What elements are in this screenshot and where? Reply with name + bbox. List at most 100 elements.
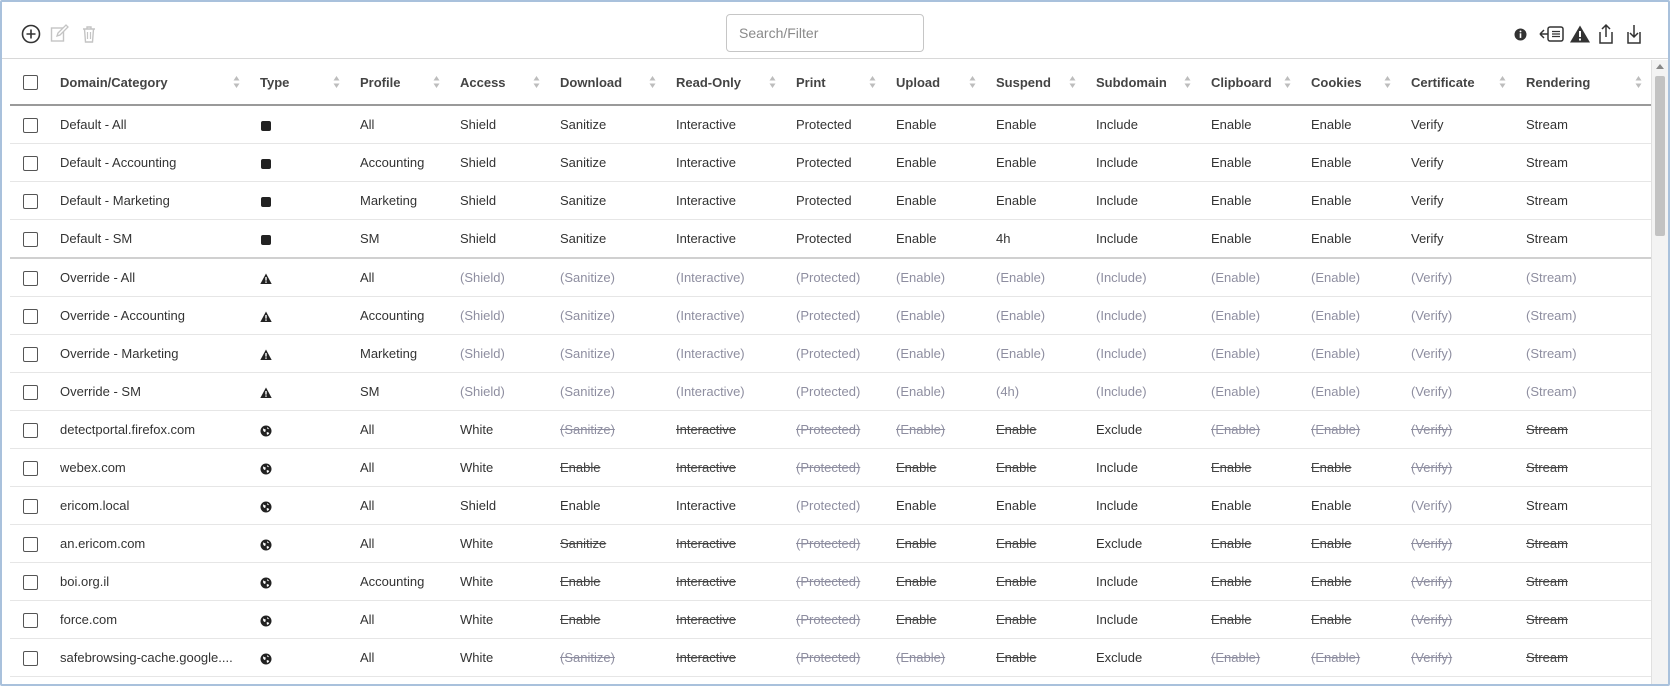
cell-rendering: Stream <box>1516 638 1652 677</box>
column-header-read-only[interactable]: Read-Only <box>666 60 786 106</box>
share-export-icon[interactable] <box>1594 22 1618 46</box>
edit-icon[interactable] <box>47 22 71 46</box>
column-header-download[interactable]: Download <box>550 60 666 106</box>
column-header-clipboard[interactable]: Clipboard <box>1201 60 1301 106</box>
sort-arrows-icon[interactable] <box>1635 75 1642 89</box>
sort-arrows-icon[interactable] <box>533 75 540 89</box>
warning-icon[interactable] <box>1568 22 1592 46</box>
sort-arrows-icon[interactable] <box>433 75 440 89</box>
cell-domain-category: boi.org.il <box>50 562 250 601</box>
row-checkbox[interactable] <box>10 448 50 487</box>
column-header-upload[interactable]: Upload <box>886 60 986 106</box>
column-header-print[interactable]: Print <box>786 60 886 106</box>
vertical-scrollbar[interactable] <box>1651 60 1668 684</box>
table-row[interactable]: Override - All All (Shield) (Sanitize) (Inte… <box>10 258 1652 297</box>
table-row[interactable]: boi.org.il Accounting White Enable Interacti… <box>10 562 1652 601</box>
row-checkbox[interactable] <box>10 600 50 639</box>
table-row[interactable]: webex.com All White Enable Interactive (Prote… <box>10 448 1652 487</box>
row-checkbox[interactable] <box>10 258 50 297</box>
table-row[interactable]: ericom.local All Shield Enable Interactive (P… <box>10 486 1652 525</box>
column-header-access[interactable]: Access <box>450 60 550 106</box>
column-header-subdomain[interactable]: Subdomain <box>1086 60 1201 106</box>
import-list-icon[interactable] <box>1532 22 1566 46</box>
row-checkbox[interactable] <box>10 638 50 677</box>
sort-arrows-icon[interactable] <box>333 75 340 89</box>
warning-icon <box>260 384 272 399</box>
scroll-up-arrow-icon[interactable] <box>1656 64 1664 69</box>
column-header-label: Domain/Category <box>60 74 168 90</box>
column-header-type[interactable]: Type <box>250 60 350 106</box>
cell-type <box>250 486 350 525</box>
cell-upload: (Enable) <box>886 296 986 335</box>
table-row[interactable]: Default - Accounting Accounting Shield Sani… <box>10 143 1652 182</box>
sort-arrows-icon[interactable] <box>869 75 876 89</box>
cell-profile: All <box>350 448 450 487</box>
column-header-suspend[interactable]: Suspend <box>986 60 1086 106</box>
sort-arrows-icon[interactable] <box>1284 75 1291 89</box>
cell-upload: Enable <box>886 524 986 563</box>
cell-certificate: (Verify) <box>1401 296 1516 335</box>
column-header-domain-category[interactable]: Domain/Category <box>50 60 250 106</box>
column-header-cookies[interactable]: Cookies <box>1301 60 1401 106</box>
column-header-certificate[interactable]: Certificate <box>1401 60 1516 106</box>
cell-profile: SM <box>350 219 450 259</box>
row-checkbox[interactable] <box>10 181 50 220</box>
download-import-icon[interactable] <box>1622 22 1646 46</box>
row-checkbox[interactable] <box>10 562 50 601</box>
table-row[interactable]: detectportal.firefox.com All White (Sanitiz… <box>10 410 1652 449</box>
row-checkbox[interactable] <box>10 410 50 449</box>
sort-arrows-icon[interactable] <box>1499 75 1506 89</box>
cell-access: (Shield) <box>450 372 550 411</box>
table-row[interactable]: Default - All All Shield Sanitize Interactiv… <box>10 105 1652 144</box>
row-checkbox[interactable] <box>10 296 50 335</box>
table-row[interactable]: Default - Marketing Marketing Shield Saniti… <box>10 181 1652 220</box>
cell-type <box>250 143 350 182</box>
table-row[interactable]: an.ericom.com All White Sanitize Interactive… <box>10 524 1652 563</box>
cell-upload: (Enable) <box>886 372 986 411</box>
table-row[interactable]: force.com All White Enable Interactive (Prote… <box>10 600 1652 639</box>
square-icon <box>260 155 272 170</box>
table-row[interactable]: Override - Marketing Marketing (Shield) (Sa… <box>10 334 1652 373</box>
row-checkbox[interactable] <box>10 524 50 563</box>
sort-arrows-icon[interactable] <box>769 75 776 89</box>
sort-arrows-icon[interactable] <box>1384 75 1391 89</box>
scroll-thumb[interactable] <box>1655 76 1665 236</box>
sort-arrows-icon[interactable] <box>649 75 656 89</box>
cell-suspend: Enable <box>986 524 1086 563</box>
column-header-rendering[interactable]: Rendering <box>1516 60 1652 106</box>
add-circle-icon[interactable] <box>19 22 43 46</box>
cell-suspend: (4h) <box>986 372 1086 411</box>
search-input[interactable] <box>726 14 924 52</box>
cell-type <box>250 600 350 639</box>
row-checkbox[interactable] <box>10 334 50 373</box>
sort-arrows-icon[interactable] <box>233 75 240 89</box>
row-checkbox[interactable] <box>10 219 50 259</box>
row-checkbox[interactable] <box>10 105 50 144</box>
cell-read-only: Interactive <box>666 219 786 259</box>
cell-access: White <box>450 638 550 677</box>
cell-type <box>250 410 350 449</box>
cell-clipboard: Enable <box>1201 524 1301 563</box>
row-checkbox[interactable] <box>10 372 50 411</box>
row-checkbox[interactable] <box>10 486 50 525</box>
cell-access: White <box>450 410 550 449</box>
table-row[interactable]: Override - SM SM (Shield) (Sanitize) (Intera… <box>10 372 1652 411</box>
table-row[interactable]: Override - Accounting Accounting (Shield)(… <box>10 296 1652 335</box>
select-all-checkbox[interactable] <box>10 60 50 106</box>
cell-cookies: (Enable) <box>1301 296 1401 335</box>
cell-cookies: (Enable) <box>1301 334 1401 373</box>
sort-arrows-icon[interactable] <box>969 75 976 89</box>
cell-read-only: (Interactive) <box>666 372 786 411</box>
sort-arrows-icon[interactable] <box>1069 75 1076 89</box>
cell-access: (Shield) <box>450 296 550 335</box>
column-header-profile[interactable]: Profile <box>350 60 450 106</box>
table-row[interactable]: Default - SM SM Shield Sanitize Interactive P… <box>10 219 1652 259</box>
column-header-label: Suspend <box>996 74 1051 90</box>
table-row[interactable]: safebrowsing-cache.google.... All White (Sa… <box>10 638 1652 677</box>
trash-icon[interactable] <box>77 22 101 46</box>
sort-arrows-icon[interactable] <box>1184 75 1191 89</box>
cell-subdomain: Include <box>1086 105 1201 144</box>
cell-download: (Sanitize) <box>550 638 666 677</box>
row-checkbox[interactable] <box>10 143 50 182</box>
info-icon[interactable] <box>1512 22 1528 46</box>
